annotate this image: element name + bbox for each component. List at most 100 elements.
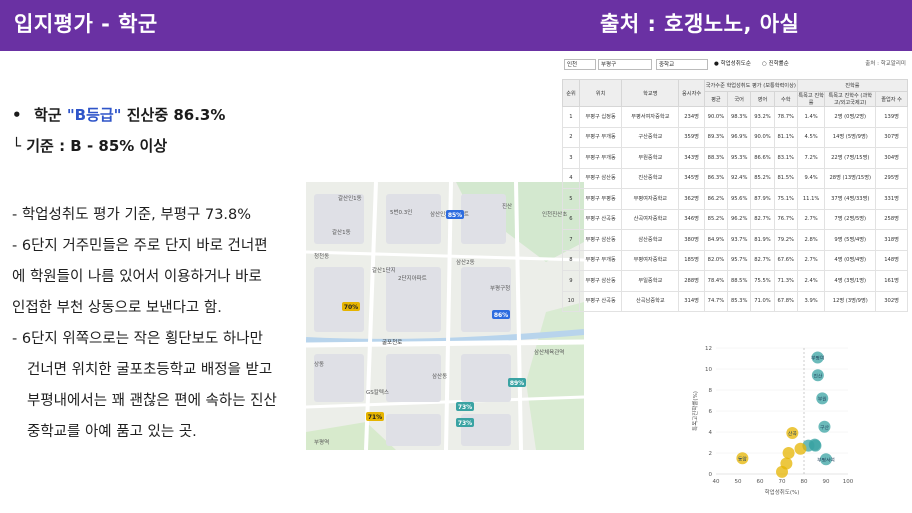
school-badge[interactable]: 89% — [508, 378, 526, 387]
table-cell: 295명 — [875, 167, 908, 189]
table-cell: 98.3% — [727, 106, 752, 128]
table-cell: 9.4% — [796, 167, 826, 189]
table-cell: 7 — [562, 229, 580, 251]
table-cell: 81.5% — [773, 167, 798, 189]
table-cell: 88.5% — [727, 270, 752, 292]
note-line: 중학교를 아예 품고 있는 곳. — [27, 424, 197, 440]
school-badge[interactable]: 70% — [342, 302, 360, 311]
table-cell: 148명 — [875, 249, 908, 271]
school-badge[interactable]: 73% — [456, 402, 474, 411]
table-row: 3 부평구 부개동 부원중학교 343명 88.3% 95.3% 86.6% 83.1% 7.2… — [562, 147, 908, 169]
map-label: 갈산1동 — [332, 228, 351, 236]
table-cell: 85.2% — [750, 167, 775, 189]
table-cell: 산곡여자중학교 — [621, 208, 680, 230]
map-label: 삼산동 — [432, 372, 447, 380]
table-cell: 96.2% — [727, 208, 752, 230]
y-tick-label: 0 — [709, 472, 713, 478]
level-select[interactable]: 중학교 — [656, 59, 708, 70]
summary-line-criteria: └ 기준 : B - 85% 이상 — [12, 137, 168, 155]
table-cell: 93.2% — [750, 106, 775, 128]
grade-suffix: 진산중 86.3% — [121, 106, 226, 124]
table-cell: 139명 — [875, 106, 908, 128]
table-cell: 314명 — [678, 290, 705, 312]
table-cell: 7명 (2명/5명) — [824, 208, 877, 230]
table-cell: 부평구 삼산동 — [578, 167, 623, 189]
grade-prefix: 학군 — [34, 106, 67, 124]
data-point-label: 부평서여 — [817, 456, 835, 463]
map-canvas: 갈산인1동 5번0.3인 청천동 갈산1동 삼산2동 부평구청 상동 삼산체육관… — [306, 182, 584, 450]
school-badge[interactable]: 85% — [446, 210, 464, 219]
table-cell: 346명 — [678, 208, 705, 230]
table-cell: 380명 — [678, 229, 705, 251]
table-cell: 10 — [562, 290, 580, 312]
table-cell: 307명 — [875, 126, 908, 148]
map-label: 삼산체육관역 — [534, 348, 564, 356]
school-badge[interactable]: 86% — [492, 310, 510, 319]
table-cell: 258명 — [875, 208, 908, 230]
table-cell: 부평구 부개동 — [578, 126, 623, 148]
svg-text:71%: 71% — [368, 414, 382, 421]
table-cell: 부평구 부평동 — [578, 188, 623, 210]
table-cell: 2.4% — [796, 270, 826, 292]
table-cell: 71.3% — [773, 270, 798, 292]
school-district-map[interactable]: 갈산인1동 5번0.3인 청천동 갈산1동 삼산2동 부평구청 상동 삼산체육관… — [306, 182, 584, 450]
svg-text:85%: 85% — [448, 212, 462, 219]
table-cell: 부평구 산곡동 — [578, 208, 623, 230]
table-cell: 87.9% — [750, 188, 775, 210]
svg-text:73%: 73% — [458, 420, 472, 427]
district-select[interactable]: 부평구 — [598, 59, 652, 70]
radio-achievement[interactable]: ● 학업성취도순 — [714, 60, 751, 69]
svg-text:86%: 86% — [494, 312, 508, 319]
table-cell: 81.1% — [773, 126, 798, 148]
map-label: 청천동 — [314, 252, 329, 260]
table-cell: 95.3% — [727, 147, 752, 169]
table-cell: 부평구 삼산동 — [578, 270, 623, 292]
table-cell: 74.7% — [703, 290, 729, 312]
header-bar: 입지평가 - 학군 출처 : 호갱노노, 아실 — [0, 0, 912, 51]
table-cell: 2.7% — [796, 208, 826, 230]
table-cell: 82.7% — [750, 208, 775, 230]
map-label: 갈산1단지 — [372, 266, 396, 274]
col-header: 평균 — [703, 91, 729, 107]
bullet-dot: • — [12, 106, 22, 124]
col-header: 순위 — [562, 79, 580, 107]
table-cell: 부평구 십정동 — [578, 106, 623, 128]
data-point — [782, 447, 795, 459]
table-cell: 86.3% — [703, 167, 729, 189]
table-cell: 96.9% — [727, 126, 752, 148]
note-line: - 6단지 거주민들은 주로 단지 바로 건너편 — [12, 238, 268, 254]
note-line: 건너면 위치한 굴포초등학교 배정을 받고 — [27, 362, 273, 378]
table-cell: 부평여자중학교 — [621, 249, 680, 271]
summary-block: • 학군 "B등급" 진산중 86.3% └ 기준 : B - 85% 이상 — [12, 104, 312, 156]
ranking-grid: 순위 위치 학교명 응시자수 국가수준 학업성취도 평가 (보통학력이상) 진학… — [562, 79, 909, 312]
table-cell: 부평구 부개동 — [578, 249, 623, 271]
data-point — [776, 465, 788, 478]
map-label: 2단지아파트 — [398, 274, 427, 282]
table-cell: 12명 (3명/9명) — [824, 290, 877, 312]
table-cell: 부평구 산곡동 — [578, 290, 623, 312]
table-cell: 318명 — [875, 229, 908, 251]
x-tick-label: 90 — [823, 479, 830, 485]
table-row: 2 부평구 부개동 구산중학교 359명 89.3% 96.9% 90.0% 81.1% 4.5… — [562, 126, 908, 148]
table-cell: 90.0% — [703, 106, 729, 128]
x-tick-label: 60 — [757, 479, 764, 485]
y-tick-label: 10 — [705, 367, 712, 373]
school-badge[interactable]: 73% — [456, 418, 474, 427]
radio-advancement[interactable]: ○ 진학률순 — [762, 60, 789, 69]
summary-line-grade: • 학군 "B등급" 진산중 86.3% — [12, 104, 312, 125]
group-header: 국가수준 학업성취도 평가 (보통학력이상) — [703, 79, 798, 92]
y-tick-label: 8 — [709, 388, 713, 394]
region-select[interactable]: 인천 — [564, 59, 596, 70]
table-cell: 82.0% — [703, 249, 729, 271]
col-header: 국어 — [727, 91, 752, 107]
school-badge[interactable]: 71% — [366, 412, 384, 421]
grade-badge: "B등급" — [66, 106, 122, 124]
table-cell: 92.4% — [727, 167, 752, 189]
table-cell: 1.4% — [796, 106, 826, 128]
table-cell: 75.5% — [750, 270, 775, 292]
note-line: 인접한 부천 상동으로 보낸다고 함. — [12, 300, 222, 316]
note-line: - 6단지 위쪽으로는 작은 횡단보도 하나만 — [12, 331, 263, 347]
table-cell: 2 — [562, 126, 580, 148]
table-cell: 95.6% — [727, 188, 752, 210]
map-label: 진산 — [502, 202, 512, 210]
